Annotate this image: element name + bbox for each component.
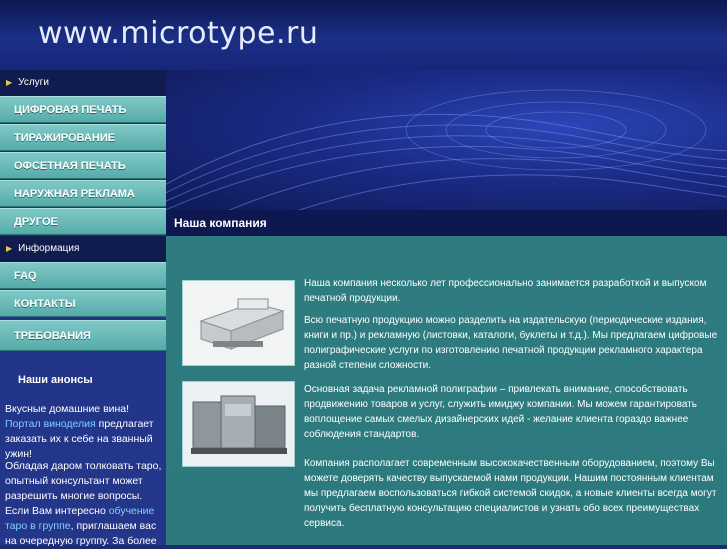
arrow-right-icon: ▶ — [6, 244, 13, 253]
paragraph-goal: Основная задача рекламной полиграфии – п… — [304, 384, 697, 440]
wine-portal-link[interactable]: Портал виноделия — [5, 418, 96, 430]
swirl-graphic — [166, 89, 727, 210]
section-info-label: Информация — [18, 243, 80, 254]
nav-other[interactable]: ДРУГОЕ — [0, 208, 166, 235]
paragraph-products: Всю печатную продукцию можно разделить н… — [304, 315, 718, 371]
page-title: Наша компания — [166, 210, 727, 236]
section-info-header: ▶ Информация — [0, 236, 166, 262]
paragraph-equipment: Компания располагает современным высокок… — [304, 458, 717, 529]
site-title[interactable]: www.microtype.ru — [38, 16, 318, 51]
printer-illustration — [183, 281, 294, 365]
hero-banner — [166, 70, 727, 210]
site-header: www.microtype.ru — [0, 0, 727, 70]
nav-requirements[interactable]: ТРЕБОВАНИЯ — [0, 320, 166, 351]
press-illustration — [183, 382, 294, 466]
nav-offset-print[interactable]: ОФСЕТНАЯ ПЕЧАТЬ — [0, 152, 166, 179]
nav-contacts[interactable]: КОНТАКТЫ — [0, 290, 166, 317]
announcement-tarot: Обладая даром толковать таро, опытный ко… — [5, 459, 163, 549]
nav-outdoor-ads[interactable]: НАРУЖНАЯ РЕКЛАМА — [0, 180, 166, 207]
paragraph-intro: Наша компания несколько лет профессионал… — [304, 278, 707, 304]
section-services-header: ▶ Услуги — [0, 70, 166, 96]
nav-replication[interactable]: ТИРАЖИРОВАНИЕ — [0, 124, 166, 151]
announcement-wine: Вкусные домашние вина! Портал виноделия … — [5, 402, 163, 462]
nav-digital-print[interactable]: ЦИФРОВАЯ ПЕЧАТЬ — [0, 96, 166, 123]
announcement-text: Вкусные домашние вина! — [5, 403, 130, 415]
arrow-right-icon: ▶ — [6, 78, 13, 87]
offset-press-image — [182, 381, 295, 467]
announcements-title: Наши анонсы — [18, 374, 93, 386]
printing-machine-image — [182, 280, 295, 366]
nav-faq[interactable]: FAQ — [0, 262, 166, 289]
section-services-label: Услуги — [18, 77, 49, 88]
